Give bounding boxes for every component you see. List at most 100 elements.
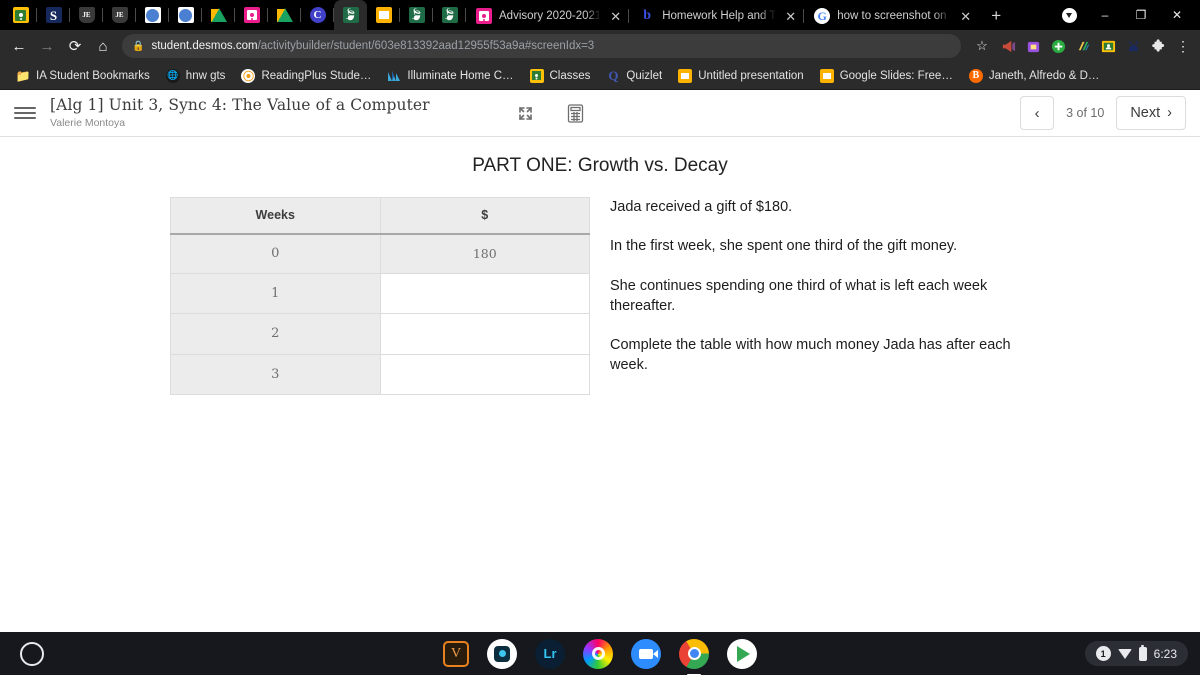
notification-badge[interactable]: 1 xyxy=(1095,646,1111,661)
bookmarks-bar: 📁 IA Student Bookmarks 🌐 hnw gts ⦿ Readi… xyxy=(0,62,1200,90)
expand-arrows-icon[interactable] xyxy=(515,102,537,124)
paragraph-4: Complete the table with how much money J… xyxy=(610,337,1011,374)
bookmark-hnw-gts[interactable]: 🌐 hnw gts xyxy=(158,65,234,87)
bookmark-classes[interactable]: Classes xyxy=(522,65,599,87)
lock-icon: 🔒 xyxy=(132,40,145,52)
bookmark-label: ReadingPlus Stude… xyxy=(261,69,372,82)
next-screen-button[interactable]: Next › xyxy=(1116,96,1186,130)
bookmark-illuminate[interactable]: Illuminate Home C… xyxy=(379,65,521,87)
clock[interactable]: 6:23 xyxy=(1154,647,1177,661)
forward-button[interactable]: → xyxy=(34,33,60,59)
reload-button[interactable]: ⟳ xyxy=(62,33,88,59)
bookmark-label: Classes xyxy=(549,69,591,82)
url-text: student.desmos.com/activitybuilder/stude… xyxy=(151,40,594,52)
pink-contact-icon xyxy=(476,8,492,24)
bookmark-label: Janeth, Alfredo & D… xyxy=(988,69,1100,82)
puzzle-piece-extension-icon[interactable] xyxy=(1147,33,1170,59)
wifi-icon[interactable] xyxy=(1117,648,1132,659)
address-bar[interactable]: 🔒 student.desmos.com/activitybuilder/stu… xyxy=(122,34,961,58)
s-letter-icon: S xyxy=(45,7,62,23)
zoom-app-icon[interactable] xyxy=(631,638,661,669)
classroom-icon xyxy=(12,7,29,23)
blue-cat-extension-icon[interactable] xyxy=(1122,33,1145,59)
close-icon[interactable]: ✕ xyxy=(958,10,973,23)
cell-amount-input-3[interactable] xyxy=(379,353,590,395)
bookmark-readingplus[interactable]: ⦿ ReadingPlus Stude… xyxy=(233,65,379,87)
activity-title-group: [Alg 1] Unit 3, Sync 4: The Value of a C… xyxy=(50,96,430,129)
cell-amount-input-2[interactable] xyxy=(379,313,590,355)
pinned-tab-jupiter-ed-2[interactable]: JE xyxy=(103,0,136,30)
bookmark-quizlet[interactable]: Q Quizlet xyxy=(598,65,670,87)
green-plus-extension-icon[interactable] xyxy=(1047,33,1070,59)
bookmark-google-slides-free[interactable]: Google Slides: Free… xyxy=(812,65,961,87)
pinned-tab-schoology[interactable]: S xyxy=(37,0,70,30)
tab-title: Advisory 2020-2021 xyxy=(499,10,602,22)
pinned-tab-classroom-pink[interactable] xyxy=(235,0,268,30)
battery-icon[interactable] xyxy=(1138,644,1147,661)
window-controls: – ❐ ✕ xyxy=(1052,0,1200,30)
back-button[interactable]: ← xyxy=(6,33,32,59)
maximize-button[interactable]: ❐ xyxy=(1124,0,1158,30)
close-icon[interactable]: ✕ xyxy=(608,10,623,23)
pinned-tab-google-drive-2[interactable] xyxy=(268,0,301,30)
cell-amount-0: 180 xyxy=(379,232,590,275)
purple-extension-icon[interactable] xyxy=(1022,33,1045,59)
slides-icon xyxy=(375,7,392,23)
screen-body: Weeks $ 0 180 1 2 3 Jada received a gift… xyxy=(0,197,1200,395)
cell-week-3: 3 xyxy=(170,353,381,395)
home-button[interactable]: ⌂ xyxy=(90,33,116,59)
classroom-icon xyxy=(529,68,544,83)
pinned-tab-brain-app-2[interactable] xyxy=(169,0,202,30)
pinned-tab-google-drive-1[interactable] xyxy=(202,0,235,30)
bookmark-star-icon[interactable]: ☆ xyxy=(969,34,995,58)
play-store-app-icon[interactable] xyxy=(727,638,757,669)
creative-cloud-app-icon[interactable] xyxy=(583,638,613,669)
pinned-tab-google-classroom[interactable] xyxy=(4,0,37,30)
paragraph-3: She continues spending one third of what… xyxy=(610,277,988,314)
google-g-icon: G xyxy=(814,8,831,24)
table-row: 1 xyxy=(170,273,590,315)
tab-homework-help[interactable]: b Homework Help and Text ✕ xyxy=(629,2,805,30)
cell-amount-input-1[interactable] xyxy=(379,273,590,315)
pinned-tab-desmos-2[interactable] xyxy=(400,0,433,30)
minimize-button[interactable]: – xyxy=(1088,0,1122,30)
hamburger-menu-icon[interactable] xyxy=(14,107,40,119)
close-icon[interactable]: ✕ xyxy=(783,10,798,23)
tab-how-to-screenshot[interactable]: G how to screenshot on chr ✕ xyxy=(804,2,979,30)
bookmark-janeth-alfredo[interactable]: B Janeth, Alfredo & D… xyxy=(961,65,1108,87)
pinned-tab-google-slides[interactable] xyxy=(367,0,400,30)
previous-screen-button[interactable]: ‹ xyxy=(1020,96,1055,130)
pinned-tab-desmos-active[interactable] xyxy=(334,0,367,30)
pinned-tab-canvas[interactable]: C xyxy=(301,0,334,30)
pinned-tab-desmos-3[interactable] xyxy=(433,0,466,30)
part-heading: PART ONE: Growth vs. Decay xyxy=(472,155,728,176)
google-classroom-extension-icon[interactable] xyxy=(1097,33,1120,59)
calculator-icon[interactable] xyxy=(565,102,587,124)
green-leaf-icon xyxy=(441,7,458,23)
bookmark-ia-student-bookmarks[interactable]: 📁 IA Student Bookmarks xyxy=(8,65,158,87)
chrome-menu-button[interactable]: ⋮ xyxy=(1172,39,1194,53)
browser-toolbar: ← → ⟳ ⌂ 🔒 student.desmos.com/activitybui… xyxy=(0,30,1200,62)
megaphone-extension-icon[interactable] xyxy=(997,33,1020,59)
new-tab-button[interactable]: + xyxy=(979,2,1013,30)
colorful-stripes-extension-icon[interactable] xyxy=(1072,33,1095,59)
screen-navigation: ‹ 3 of 10 Next › xyxy=(1020,96,1186,130)
close-window-button[interactable]: ✕ xyxy=(1160,0,1194,30)
student-name: Valerie Montoya xyxy=(50,116,126,129)
shelf-app-icons: V Lr xyxy=(0,638,1200,675)
next-label: Next xyxy=(1130,105,1161,121)
download-icon[interactable] xyxy=(1052,0,1086,30)
blue-globe-icon xyxy=(144,7,161,23)
camera-app-icon[interactable] xyxy=(487,638,517,669)
lightroom-app-icon[interactable]: Lr xyxy=(535,638,565,669)
bookmark-untitled-presentation[interactable]: Untitled presentation xyxy=(670,65,811,87)
pinned-tabs-group: S JE JE C xyxy=(0,0,466,30)
system-tray[interactable]: 1 6:23 xyxy=(1084,641,1188,666)
pinned-tab-jupiter-ed-1[interactable]: JE xyxy=(70,0,103,30)
chrome-app-icon[interactable] xyxy=(679,638,709,675)
launcher-circle-icon[interactable] xyxy=(20,641,44,666)
pinned-tab-brain-app-1[interactable] xyxy=(136,0,169,30)
c-circle-icon: C xyxy=(309,7,326,23)
tab-advisory[interactable]: Advisory 2020-2021 ✕ xyxy=(466,2,630,30)
vectorworks-app-icon[interactable]: V xyxy=(443,640,469,667)
